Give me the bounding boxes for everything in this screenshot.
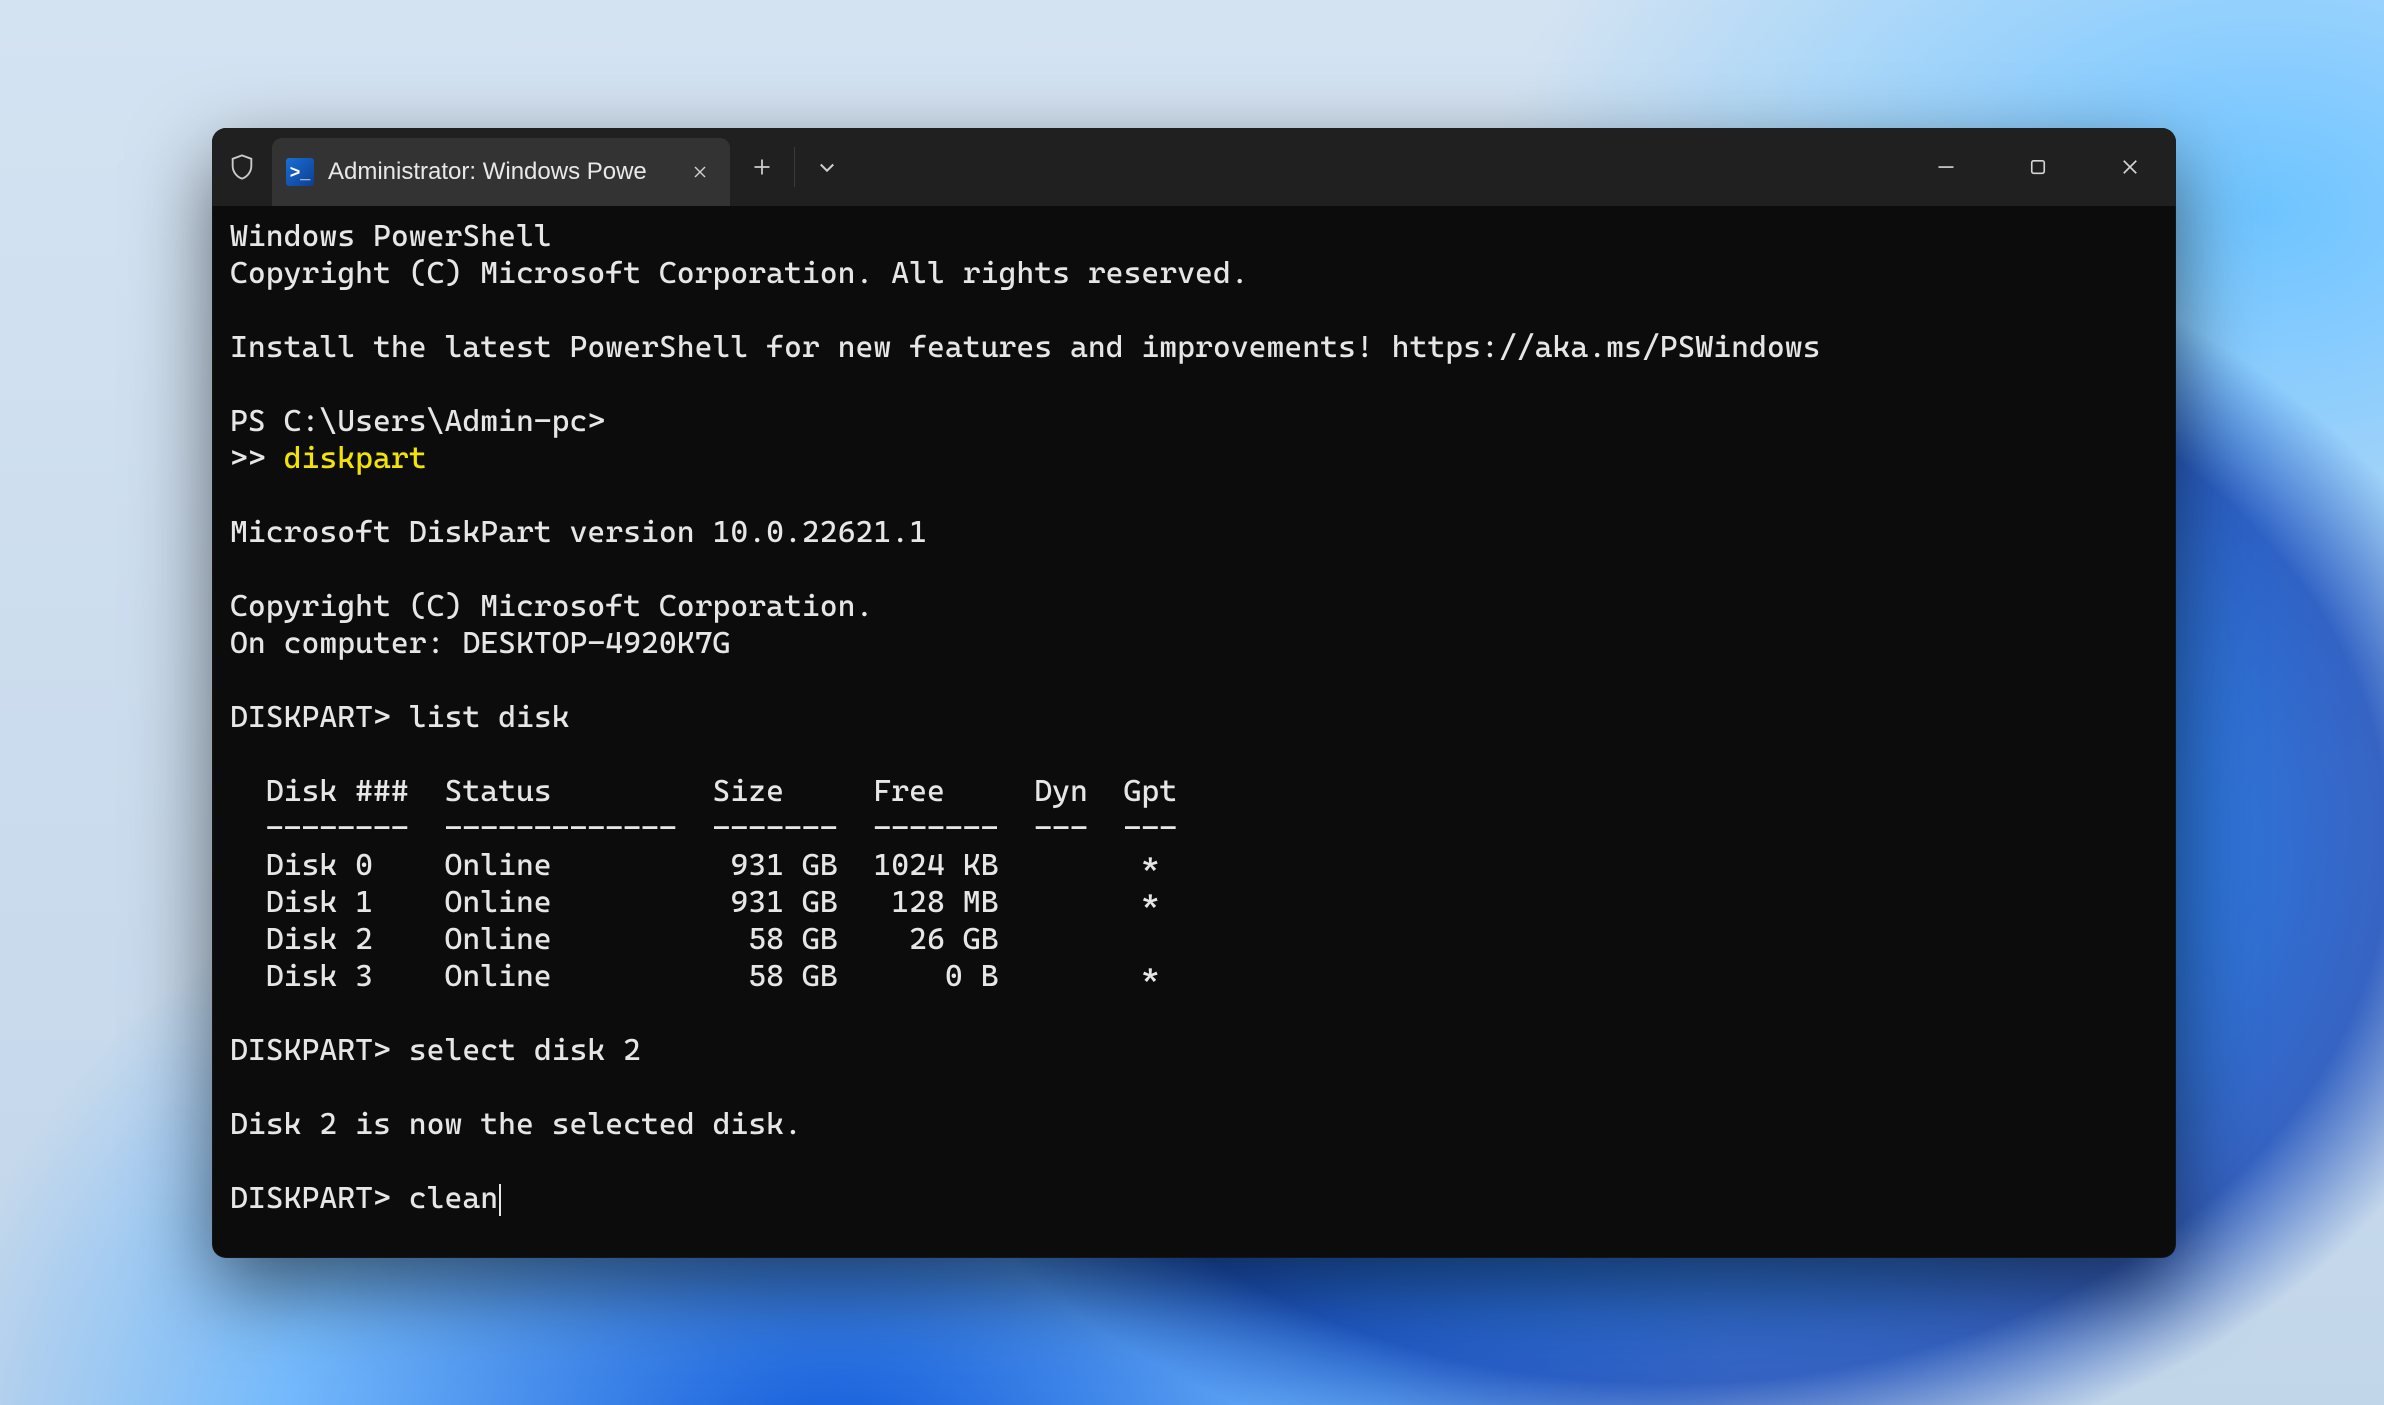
terminal-window: >_ Administrator: Windows Powe <box>212 128 2176 1258</box>
tab-close-button[interactable] <box>684 156 716 188</box>
line: Install the latest PowerShell for new fe… <box>230 330 1821 365</box>
table-header: Disk ### Status Size Free Dyn Gpt <box>230 774 1177 809</box>
tab-dropdown-button[interactable] <box>795 128 859 206</box>
table-row: Disk 1 Online 931 GB 128 MB * <box>230 885 1159 920</box>
command-list-disk: list disk <box>409 700 570 735</box>
line: Copyright (C) Microsoft Corporation. All… <box>230 256 1249 291</box>
table-row: Disk 3 Online 58 GB 0 B * <box>230 959 1159 994</box>
table-row: Disk 0 Online 931 GB 1024 KB * <box>230 848 1159 883</box>
tabstrip-controls <box>730 128 859 206</box>
prompt: PS C:\Users\Admin-pc> <box>230 404 605 439</box>
line: Microsoft DiskPart version 10.0.22621.1 <box>230 515 927 550</box>
window-caption-controls <box>1900 128 2176 206</box>
tab-title: Administrator: Windows Powe <box>328 158 647 186</box>
table-row: Disk 2 Online 58 GB 26 GB <box>230 922 998 957</box>
diskpart-prompt: DISKPART> <box>230 700 409 735</box>
terminal-output[interactable]: Windows PowerShell Copyright (C) Microso… <box>212 206 2176 1235</box>
titlebar[interactable]: >_ Administrator: Windows Powe <box>212 128 2176 206</box>
shield-icon <box>212 128 272 206</box>
tab-powershell[interactable]: >_ Administrator: Windows Powe <box>272 138 730 206</box>
command-select-disk: select disk 2 <box>409 1033 641 1068</box>
line: Disk 2 is now the selected disk. <box>230 1107 802 1142</box>
powershell-icon: >_ <box>286 158 314 186</box>
close-button[interactable] <box>2084 128 2176 206</box>
command-clean: clean <box>409 1181 498 1216</box>
new-tab-button[interactable] <box>730 128 794 206</box>
maximize-button[interactable] <box>1992 128 2084 206</box>
line: Copyright (C) Microsoft Corporation. <box>230 589 873 624</box>
diskpart-prompt: DISKPART> <box>230 1181 409 1216</box>
diskpart-prompt: DISKPART> <box>230 1033 409 1068</box>
line: Windows PowerShell <box>230 219 552 254</box>
command-diskpart: diskpart <box>284 441 427 476</box>
table-rule: -------- ------------- ------- ------- -… <box>230 811 1177 846</box>
continuation-prefix: >> <box>230 441 284 476</box>
minimize-button[interactable] <box>1900 128 1992 206</box>
line: On computer: DESKTOP-4920K7G <box>230 626 730 661</box>
text-cursor <box>499 1184 501 1216</box>
